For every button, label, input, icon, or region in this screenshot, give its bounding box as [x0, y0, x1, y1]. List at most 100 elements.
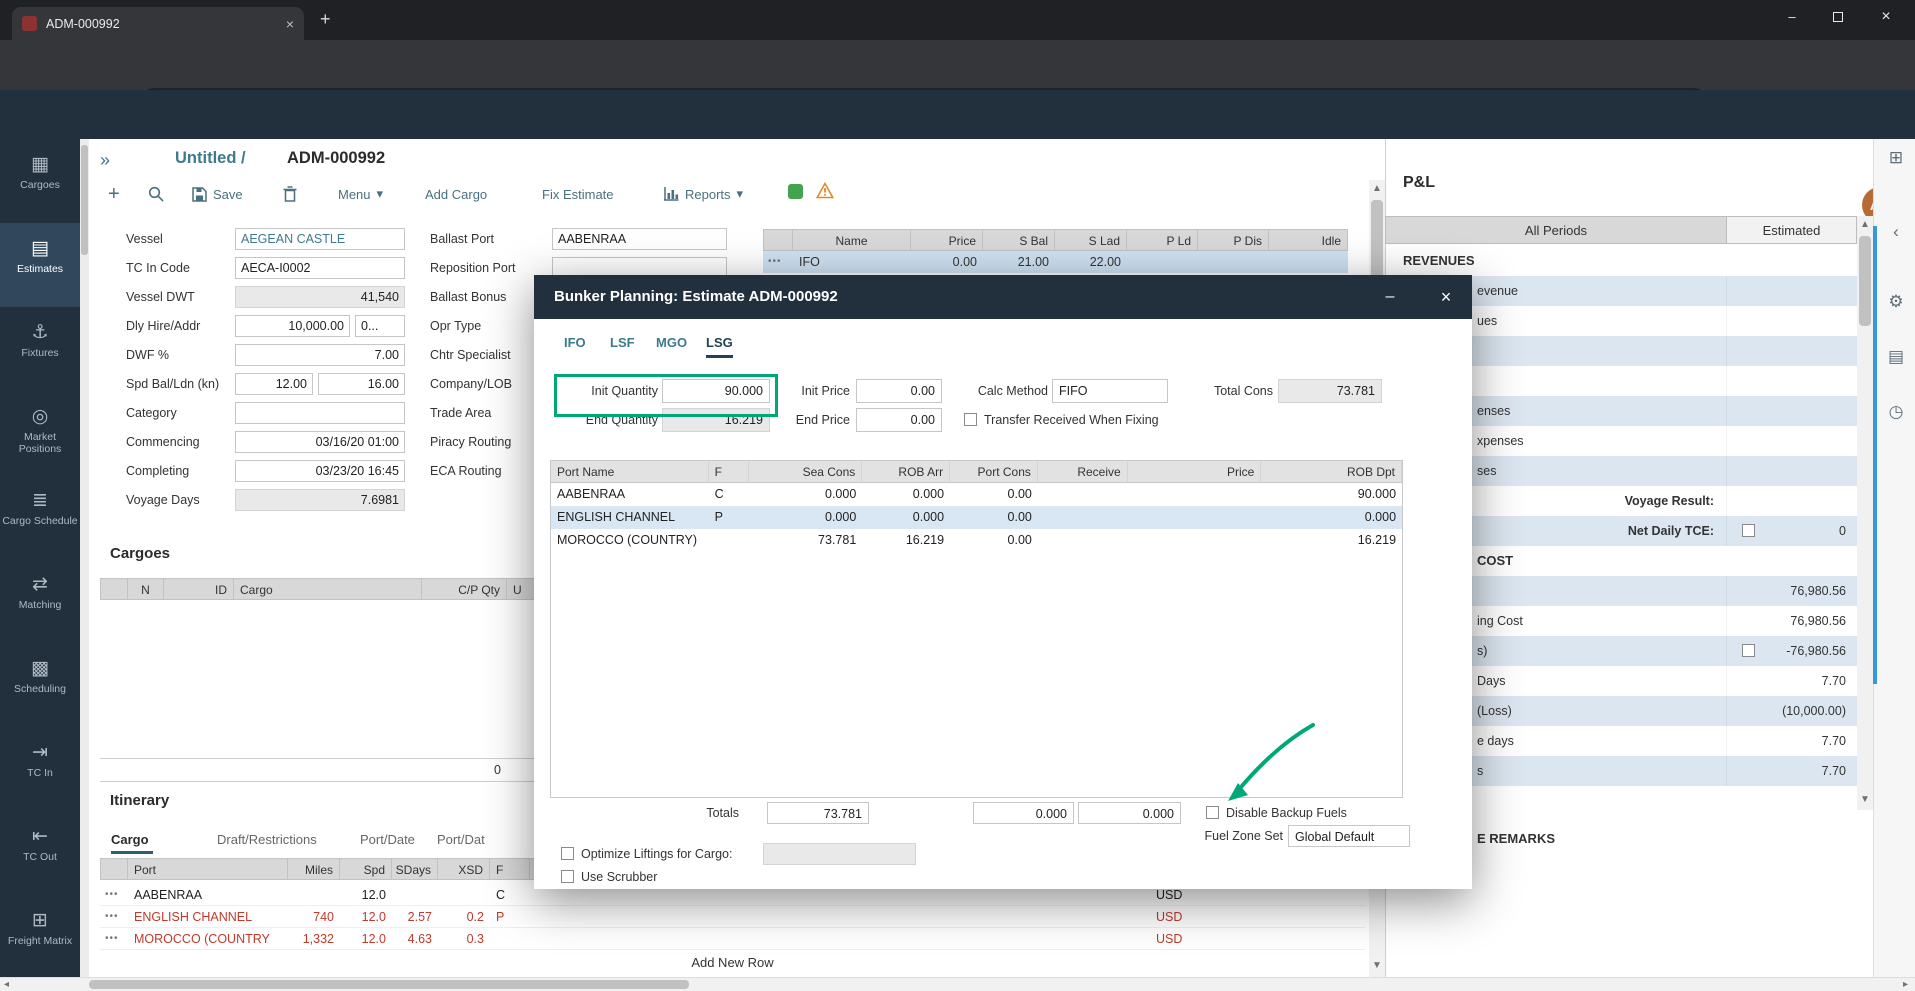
dwf-field[interactable]: 7.00 [235, 344, 405, 366]
row-menu-icon[interactable]: ••• [100, 906, 128, 928]
end-price-field[interactable]: 0.00 [856, 408, 942, 432]
row-menu-icon[interactable]: ••• [100, 884, 128, 906]
sidebar-item-tc-in[interactable]: ⇥ TC In [0, 727, 80, 811]
bunker-summary-row-ifo[interactable]: ••• IFO 0.00 21.00 22.00 [763, 251, 1348, 273]
bunker-grid-row[interactable]: AABENRAA C 0.000 0.000 0.00 90.000 [551, 483, 1402, 506]
scroll-up-icon[interactable]: ▲ [1372, 183, 1382, 194]
end-quantity-field[interactable]: 16.219 [662, 408, 770, 432]
horizontal-scrollbar-thumb[interactable] [89, 980, 689, 989]
scroll-left-icon[interactable]: ◂ [4, 979, 9, 990]
tab-close-icon[interactable]: × [286, 16, 294, 32]
itinerary-tab-draft[interactable]: Draft/Restrictions [217, 832, 317, 847]
row-menu-icon[interactable]: ••• [100, 928, 128, 950]
calc-method-field[interactable]: FIFO [1052, 379, 1168, 403]
optimize-liftings-checkbox[interactable] [561, 847, 574, 860]
browser-tab[interactable]: ADM-000992 × [12, 7, 304, 40]
sidebar-item-tc-out[interactable]: ⇤ TC Out [0, 811, 80, 895]
sidebar-item-cargo-schedule[interactable]: ≣ Cargo Schedule [0, 475, 80, 559]
fuel-zone-select[interactable]: Global Default [1288, 825, 1410, 847]
pnl-scroll-down-icon[interactable]: ▼ [1860, 794, 1870, 805]
sidebar-item-estimates[interactable]: ▤ Estimates [0, 223, 80, 307]
vessel-dwt-field[interactable]: 41,540 [235, 286, 405, 308]
category-field[interactable] [235, 402, 405, 424]
sidebar-item-freight-matrix[interactable]: ⊞ Freight Matrix [0, 895, 80, 977]
transfer-received-checkbox[interactable] [964, 413, 977, 426]
tc-in-code-field[interactable]: AECA-I0002 [235, 257, 405, 279]
clock-icon[interactable]: ◷ [1884, 402, 1908, 422]
add-new-row-button[interactable]: Add New Row [100, 952, 1365, 974]
sidebar-item-fixtures[interactable]: ⚓ Fixtures [0, 307, 80, 391]
bunker-grid-row[interactable]: MOROCCO (COUNTRY) 73.781 16.219 0.00 16.… [551, 529, 1402, 552]
spd-ballast-field[interactable]: 12.00 [235, 373, 313, 395]
screen: ADM-000992 × + – × ← → ⟳ ⚠ Not secure | … [0, 0, 1915, 991]
search-button[interactable] [148, 182, 164, 206]
completing-field[interactable]: 03/23/20 16:45 [235, 460, 405, 482]
total-cons-field[interactable]: 73.781 [1278, 379, 1382, 403]
fixtures-icon: ⚓ [0, 323, 80, 343]
bunker-grid-header: Port Name F Sea Cons ROB Arr Port Cons R… [551, 461, 1402, 483]
expand-chevrons-icon[interactable]: » [100, 150, 110, 171]
fuel-tab-lsg[interactable]: LSG [706, 335, 733, 358]
add-row-plus-button[interactable]: + [108, 182, 120, 206]
grid-view-icon[interactable]: ⊞ [1884, 148, 1908, 168]
dly-hire-field[interactable]: 10,000.00 [235, 315, 350, 337]
window-close-button[interactable]: × [1863, 0, 1909, 33]
save-button[interactable]: Save [192, 182, 243, 206]
collapse-panel-icon[interactable]: ‹ [1884, 222, 1908, 242]
window-maximize-button[interactable] [1815, 0, 1861, 33]
sidebar-item-market-positions[interactable]: ◎ Market Positions [0, 391, 80, 475]
add-cargo-button[interactable]: Add Cargo [425, 182, 487, 206]
sidebar-scrollbar-thumb[interactable] [81, 145, 88, 255]
new-tab-button[interactable]: + [320, 9, 331, 30]
itinerary-tab-port-date[interactable]: Port/Date [360, 832, 415, 847]
bunker-grid-row[interactable]: ENGLISH CHANNEL P 0.000 0.000 0.00 0.000 [551, 506, 1402, 529]
field-label: Calc Method [964, 379, 1048, 403]
field-label: Init Price [784, 379, 850, 403]
cargo-schedule-icon: ≣ [0, 491, 80, 511]
itinerary-row[interactable]: ••• ENGLISH CHANNEL 740 12.0 2.57 0.2 P … [100, 906, 1365, 928]
sidebar-scrollbar [80, 139, 89, 977]
dialog-minimize-button[interactable]: – [1374, 275, 1406, 319]
field-label: Chtr Specialist [430, 344, 511, 366]
document-icon[interactable]: ▤ [1884, 347, 1908, 367]
gear-icon[interactable]: ⚙ [1884, 292, 1908, 312]
fix-estimate-button[interactable]: Fix Estimate [542, 182, 614, 206]
maximize-icon [1833, 12, 1843, 22]
tab-title: ADM-000992 [46, 17, 120, 31]
pnl-scrollbar-thumb[interactable] [1859, 236, 1871, 326]
menu-button[interactable]: Menu ▾ [338, 182, 383, 206]
breadcrumb-untitled[interactable]: Untitled / [175, 149, 246, 168]
fuel-tab-lsf[interactable]: LSF [610, 335, 635, 355]
addr-comm-field[interactable]: 0... [355, 315, 405, 337]
dialog-close-button[interactable]: × [1430, 275, 1462, 319]
row-menu-icon[interactable]: ••• [763, 251, 793, 273]
init-price-field[interactable]: 0.00 [856, 379, 942, 403]
vessel-field[interactable]: AEGEAN CASTLE [235, 228, 405, 250]
fuel-tab-mgo[interactable]: MGO [656, 335, 687, 355]
scroll-down-icon[interactable]: ▼ [1372, 960, 1382, 971]
sidebar-item-scheduling[interactable]: ▩ Scheduling [0, 643, 80, 727]
itinerary-tab-cargo[interactable]: Cargo [111, 832, 149, 847]
use-scrubber-checkbox[interactable] [561, 870, 574, 883]
optimize-cargo-field[interactable] [763, 843, 916, 865]
commencing-field[interactable]: 03/16/20 01:00 [235, 431, 405, 453]
spd-laden-field[interactable]: 16.00 [318, 373, 405, 395]
voyage-days-field[interactable]: 7.6981 [235, 489, 405, 511]
window-minimize-button[interactable]: – [1769, 0, 1815, 33]
reports-button[interactable]: Reports ▾ [664, 182, 743, 206]
itinerary-tab-port-dat[interactable]: Port/Dat [437, 832, 485, 847]
sidebar-item-cargoes[interactable]: ▦ Cargoes [0, 139, 80, 223]
pnl-scroll-up-icon[interactable]: ▲ [1860, 219, 1870, 230]
pnl-section-revenues: REVENUES [1403, 246, 1475, 276]
warning-triangle-icon [816, 182, 834, 199]
disable-backup-fuels-checkbox[interactable] [1206, 806, 1219, 819]
itinerary-row[interactable]: ••• MOROCCO (COUNTRY 1,332 12.0 4.63 0.3… [100, 928, 1365, 950]
field-label: Reposition Port [430, 257, 515, 279]
ballast-port-field[interactable]: AABENRAA [552, 228, 727, 250]
sidebar-item-matching[interactable]: ⇄ Matching [0, 559, 80, 643]
scroll-right-icon[interactable]: ▸ [1903, 979, 1908, 990]
init-quantity-field[interactable]: 90.000 [662, 379, 770, 403]
validation-warning-button[interactable] [816, 182, 834, 204]
fuel-tab-ifo[interactable]: IFO [564, 335, 586, 355]
delete-button[interactable] [283, 182, 297, 206]
